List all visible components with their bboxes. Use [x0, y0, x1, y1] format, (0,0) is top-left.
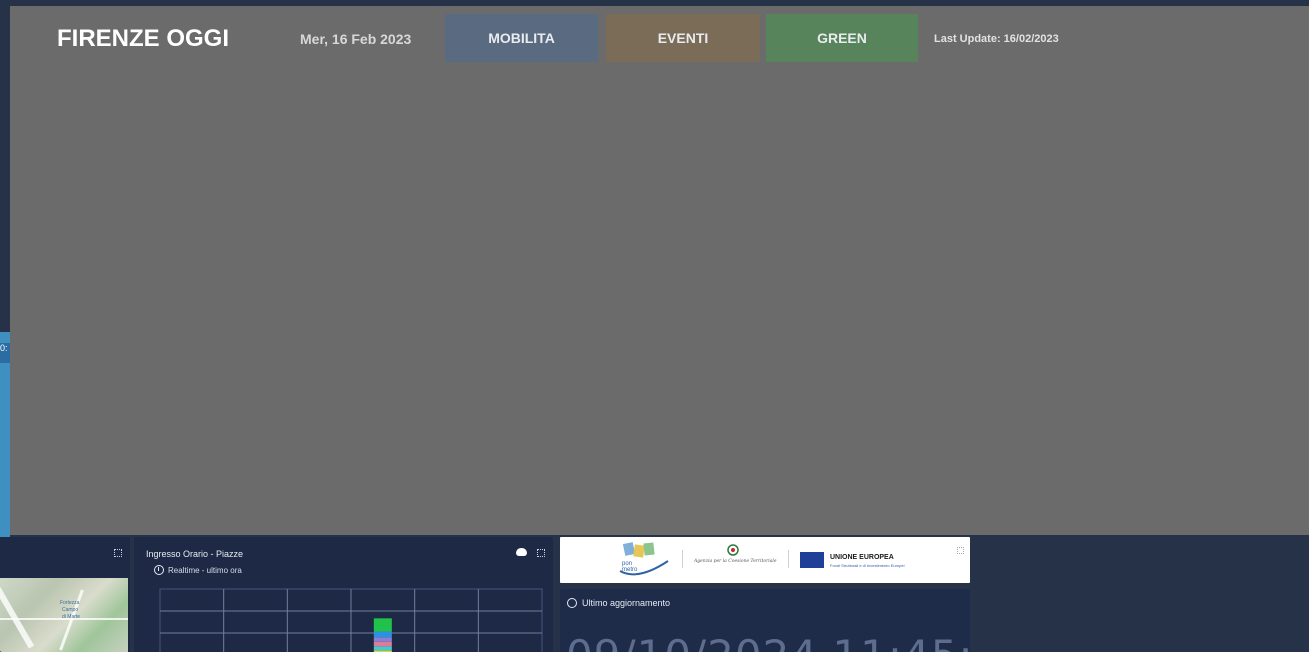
- bar-chart: [159, 588, 543, 652]
- update-timestamp: 09/10/2024 11:45:51: [566, 631, 970, 652]
- svg-text:metro: metro: [622, 567, 638, 573]
- left-edge-tab[interactable]: 0:: [0, 343, 10, 363]
- screen: 0: Fortezza Campo di Marte Ingresso Orar…: [0, 0, 1309, 652]
- chart-bar-segment[interactable]: [373, 618, 392, 632]
- green-button[interactable]: GREEN: [766, 14, 918, 62]
- update-label: Ultimo aggiornamento: [582, 598, 671, 608]
- map-view[interactable]: Fortezza Campo di Marte: [0, 578, 128, 652]
- refresh-icon: [567, 598, 577, 608]
- brand-widget: pon metro Agenzia per la Coesione Territ…: [560, 537, 970, 583]
- divider: [788, 550, 789, 568]
- chart-bar-segment[interactable]: [373, 631, 392, 638]
- map-label: di Marte: [62, 614, 81, 620]
- header-bar: FIRENZE OGGI Mer, 16 Feb 2023 MOBILITA E…: [10, 6, 1309, 70]
- map-road: [59, 589, 84, 651]
- app-title: FIRENZE OGGI: [57, 25, 230, 52]
- chart-bar-segment[interactable]: [373, 646, 392, 651]
- last-update-text: Last Update: 16/02/2023: [934, 33, 1059, 45]
- agency-text: Agenzia per la Coesione Territoriale: [694, 559, 777, 564]
- pon-metro-logo: pon metro: [619, 542, 669, 576]
- emblem-icon: [727, 544, 739, 556]
- chart-bar-segment[interactable]: [373, 637, 392, 642]
- chart-bar-segment[interactable]: [373, 641, 392, 647]
- map-label: Fortezza: [60, 600, 80, 606]
- expand-icon[interactable]: [957, 547, 964, 554]
- map-road: [0, 581, 35, 649]
- map-label: Campo: [62, 607, 79, 613]
- chart-widget: Ingresso Orario - Piazze Realtime - ulti…: [134, 537, 553, 652]
- header-date: Mer, 16 Feb 2023: [300, 31, 412, 47]
- eu-flag-icon: [800, 552, 824, 568]
- mobilita-button[interactable]: MOBILITA: [445, 14, 598, 62]
- eu-subtitle: Fondi Strutturali e di Investimento Euro…: [830, 563, 905, 568]
- divider: [682, 550, 683, 568]
- expand-icon[interactable]: [114, 549, 122, 557]
- update-widget: Ultimo aggiornamento 09/10/2024 11:45:51: [560, 589, 970, 652]
- eu-title: UNIONE EUROPEA: [830, 554, 894, 561]
- overlay-panel: FIRENZE OGGI Mer, 16 Feb 2023 MOBILITA E…: [10, 6, 1309, 535]
- eventi-button[interactable]: EVENTI: [606, 14, 760, 62]
- map-widget: Fortezza Campo di Marte: [0, 537, 130, 652]
